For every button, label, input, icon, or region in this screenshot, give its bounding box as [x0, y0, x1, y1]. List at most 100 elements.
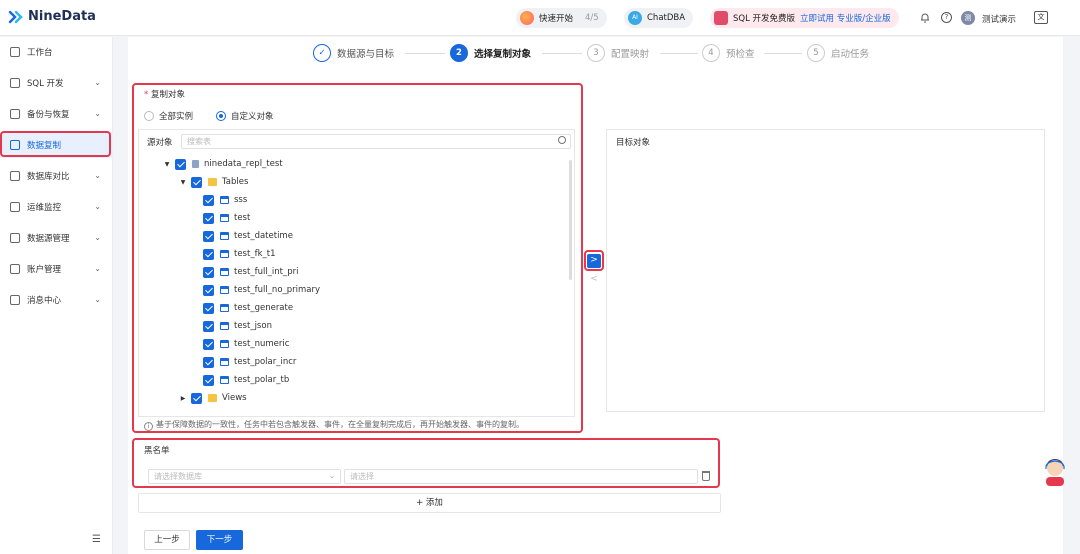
tree-node-table[interactable]: test_datetime: [203, 227, 293, 245]
tree-node-views-folder[interactable]: ▶ Views: [179, 389, 247, 407]
step-check-icon: ✓: [313, 44, 331, 62]
replication-icon: [10, 140, 20, 150]
datasource-icon: [10, 233, 20, 243]
search-input[interactable]: 搜索表: [181, 134, 571, 149]
help-icon[interactable]: ?: [941, 12, 952, 23]
search-placeholder: 搜索表: [187, 137, 211, 146]
checkbox-checked[interactable]: [203, 320, 214, 332]
sidebar-item-messages[interactable]: 消息中心 ⌄: [0, 287, 113, 313]
step-label: 选择复制对象: [474, 49, 532, 60]
blacklist-database-select[interactable]: 请选择数据库 ⌄: [148, 469, 341, 484]
step-3: 3 配置映射: [587, 44, 649, 62]
target-object-panel: 目标对象: [606, 129, 1045, 412]
sidebar-item-monitor[interactable]: 运维监控 ⌄: [0, 194, 113, 220]
next-step-button[interactable]: 下一步: [196, 530, 243, 550]
sidebar: 工作台 SQL 开发 ⌄ 备份与恢复 ⌄ 数据复制 数据库对比 ⌄ 运维监控 ⌄…: [0, 37, 113, 554]
caret-right-icon[interactable]: ▶: [179, 395, 187, 402]
tree-node-tables-folder[interactable]: ▼ Tables: [179, 173, 248, 191]
radio-circle-icon: [144, 111, 154, 121]
checkbox-checked[interactable]: [203, 356, 214, 368]
scrollbar[interactable]: [569, 160, 572, 280]
folder-icon: [208, 394, 217, 402]
info-icon: i: [144, 422, 153, 431]
collapse-sidebar-icon[interactable]: ☰: [92, 534, 101, 545]
checkbox-checked[interactable]: [203, 284, 214, 296]
quick-start-button[interactable]: 快速开始 4/5: [516, 8, 607, 28]
checkbox-checked[interactable]: [191, 176, 202, 188]
step-number: 3: [587, 44, 605, 62]
user-avatar[interactable]: 测: [961, 11, 975, 25]
move-right-button[interactable]: >: [587, 254, 601, 268]
sidebar-item-label: 消息中心: [27, 296, 62, 306]
move-left-button[interactable]: <: [587, 273, 601, 285]
checkbox-checked[interactable]: [191, 392, 202, 404]
tree-node-table[interactable]: test_polar_tb: [203, 371, 289, 389]
tree-node-database[interactable]: ▼ ninedata_repl_test: [163, 155, 283, 173]
checkbox-checked[interactable]: [175, 158, 186, 170]
radio-label: 全部实例: [159, 112, 194, 122]
checkbox-checked[interactable]: [203, 266, 214, 278]
source-object-panel: 源对象 搜索表 ▼ ninedata_repl_test ▼ Tables ss…: [138, 129, 575, 417]
sidebar-item-datasource[interactable]: 数据源管理 ⌄: [0, 225, 113, 251]
tree-node-label: test_full_no_primary: [234, 285, 321, 295]
prev-step-button[interactable]: 上一步: [144, 530, 190, 550]
terminal-icon: [10, 78, 20, 88]
step-divider: [405, 53, 445, 54]
sidebar-item-workbench[interactable]: 工作台: [0, 39, 113, 65]
tree-node-table[interactable]: test_generate: [203, 299, 293, 317]
user-name[interactable]: 测试演示: [982, 13, 1016, 25]
sidebar-item-sql-dev[interactable]: SQL 开发 ⌄: [0, 70, 113, 96]
sidebar-item-label: SQL 开发: [27, 79, 64, 89]
copy-object-text: 复制对象: [150, 90, 185, 100]
ai-icon: AI: [628, 11, 642, 25]
checkbox-checked[interactable]: [203, 374, 214, 386]
search-icon[interactable]: [558, 136, 566, 144]
tree-node-label: test_polar_tb: [234, 375, 290, 385]
backup-icon: [10, 109, 20, 119]
tree-node-table[interactable]: test_polar_incr: [203, 353, 296, 371]
account-icon: [10, 264, 20, 274]
chevron-down-icon: ⌄: [94, 295, 101, 304]
tree-node-label: test: [234, 213, 251, 223]
checkbox-checked[interactable]: [203, 194, 214, 206]
checkbox-checked[interactable]: [203, 212, 214, 224]
sidebar-item-account[interactable]: 账户管理 ⌄: [0, 256, 113, 282]
main-content: ✓ 数据源与目标 2 选择复制对象 3 配置映射 4 预检查 5 启动任务 * …: [128, 37, 1063, 554]
target-label: 目标对象: [616, 138, 651, 148]
radio-all-instances[interactable]: 全部实例: [144, 110, 193, 122]
radio-custom-objects[interactable]: 自定义对象: [216, 110, 274, 122]
add-blacklist-button[interactable]: + 添加: [138, 493, 721, 513]
chevron-down-icon: ⌄: [94, 202, 101, 211]
tree-node-label: Tables: [222, 177, 249, 187]
support-assistant-icon[interactable]: [1043, 458, 1067, 486]
logo[interactable]: NineData: [8, 9, 96, 24]
compare-icon: [10, 171, 20, 181]
sidebar-item-replication[interactable]: 数据复制: [0, 132, 113, 158]
caret-down-icon[interactable]: ▼: [179, 179, 187, 186]
try-pro-link[interactable]: 立即试用 专业版/企业版: [800, 12, 891, 24]
tree-node-table[interactable]: test_fk_t1: [203, 245, 275, 263]
sidebar-item-label: 运维监控: [27, 203, 62, 213]
sql-promo-banner[interactable]: SQL 开发免费版 立即试用 专业版/企业版: [710, 8, 899, 28]
checkbox-checked[interactable]: [203, 302, 214, 314]
trash-icon[interactable]: [702, 471, 710, 481]
chatdba-button[interactable]: AI ChatDBA: [624, 8, 694, 28]
caret-down-icon[interactable]: ▼: [163, 161, 171, 168]
tree-node-table[interactable]: test: [203, 209, 250, 227]
blacklist-object-select[interactable]: 请选择: [344, 469, 698, 484]
checkbox-checked[interactable]: [203, 338, 214, 350]
language-switch-icon[interactable]: 文: [1034, 11, 1048, 24]
tree-node-table[interactable]: test_numeric: [203, 335, 289, 353]
message-icon: [10, 295, 20, 305]
checkbox-checked[interactable]: [203, 230, 214, 242]
checkbox-checked[interactable]: [203, 248, 214, 260]
bell-icon[interactable]: [919, 12, 930, 23]
sidebar-item-backup[interactable]: 备份与恢复 ⌄: [0, 101, 113, 127]
sidebar-item-label: 账户管理: [27, 265, 62, 275]
sidebar-item-compare[interactable]: 数据库对比 ⌄: [0, 163, 113, 189]
step-number: 4: [702, 44, 720, 62]
tree-node-table[interactable]: sss: [203, 191, 247, 209]
tree-node-table[interactable]: test_full_int_pri: [203, 263, 299, 281]
tree-node-table[interactable]: test_json: [203, 317, 272, 335]
tree-node-table[interactable]: test_full_no_primary: [203, 281, 320, 299]
